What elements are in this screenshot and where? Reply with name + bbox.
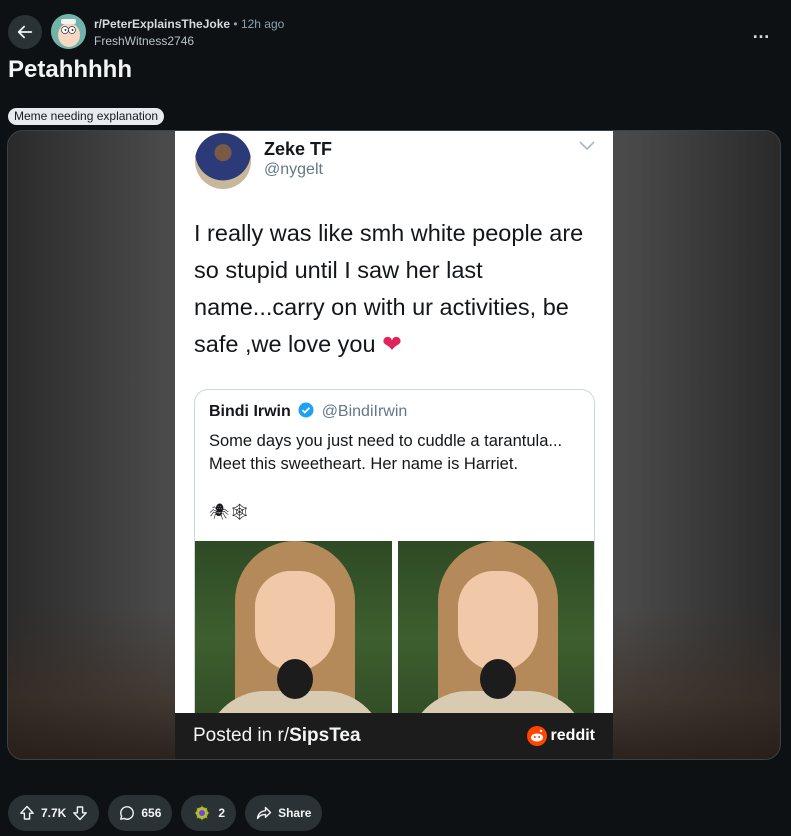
comments-button[interactable]: 656 [108, 795, 173, 831]
tweet-author-avatar [195, 133, 251, 189]
spider-web-icons: 🕷🕸 [209, 504, 250, 521]
post-meta: r/PeterExplainsTheJoke • 12h ago FreshWi… [94, 16, 284, 50]
award-icon [194, 805, 211, 821]
post-time: 12h ago [240, 17, 285, 31]
tweet-author-handle: @nygelt [264, 161, 323, 178]
tweet-text: I really was like smh white people are s… [194, 215, 594, 363]
subreddit-name[interactable]: r/PeterExplainsTheJoke [94, 17, 230, 31]
quoted-tweet-text: Some days you just need to cuddle a tara… [209, 430, 579, 476]
post-author[interactable]: FreshWitness2746 [94, 33, 284, 50]
post-flair[interactable]: Meme needing explanation [8, 108, 165, 125]
posted-in-prefix: Posted in r/ [193, 725, 290, 746]
share-button[interactable]: Share [245, 795, 323, 831]
downvote-icon[interactable] [72, 805, 88, 821]
quoted-author-handle: @BindiIrwin [321, 403, 408, 420]
quoted-tweet-header: Bindi Irwin @BindiIrwin [209, 402, 407, 421]
vote-count: 7.7K [41, 806, 67, 820]
posted-in-subreddit: SipsTea [289, 725, 361, 746]
post-media[interactable]: Zeke TF @nygelt I really was like smh wh… [7, 130, 781, 760]
quoted-tweet-line1: Some days you just need to cuddle a tara… [209, 432, 563, 450]
post-action-bar: 7.7K 656 2 Share [8, 795, 323, 831]
back-button[interactable] [8, 15, 42, 49]
posted-in-label: Posted in r/SipsTea [193, 725, 361, 747]
tweet-screenshot: Zeke TF @nygelt I really was like smh wh… [175, 131, 613, 759]
chevron-down-icon [579, 141, 595, 151]
share-label: Share [278, 806, 312, 820]
award-count: 2 [218, 806, 226, 820]
quoted-author-name: Bindi Irwin [209, 403, 291, 420]
crosspost-banner[interactable]: Posted in r/SipsTea reddit [175, 713, 613, 759]
reddit-snoo-icon [526, 726, 547, 746]
verified-badge-icon [298, 402, 314, 418]
tarantula-icon [277, 659, 313, 699]
quoted-tweet: Bindi Irwin @BindiIrwin Some days you ju… [194, 389, 595, 759]
subreddit-avatar[interactable] [51, 14, 86, 49]
awards-button[interactable]: 2 [181, 795, 237, 831]
comment-count: 656 [141, 806, 162, 820]
arrow-left-icon [17, 25, 33, 39]
peter-griffin-icon [51, 14, 86, 49]
share-icon [256, 806, 272, 820]
comment-icon [120, 806, 135, 820]
reddit-wordmark: reddit [550, 727, 595, 744]
upvote-icon[interactable] [19, 805, 35, 821]
heart-icon: ❤ [382, 331, 402, 357]
quoted-tweet-line2: Meet this sweetheart. Her name is Harrie… [209, 455, 519, 473]
post-title: Petahhhhh [8, 56, 132, 83]
tweet-author-name: Zeke TF [264, 139, 333, 159]
reddit-logo: reddit [526, 726, 595, 746]
vote-control: 7.7K [8, 795, 100, 831]
tarantula-icon [480, 659, 516, 699]
more-options-icon[interactable]: … [752, 22, 771, 43]
meta-separator: • [233, 17, 238, 31]
